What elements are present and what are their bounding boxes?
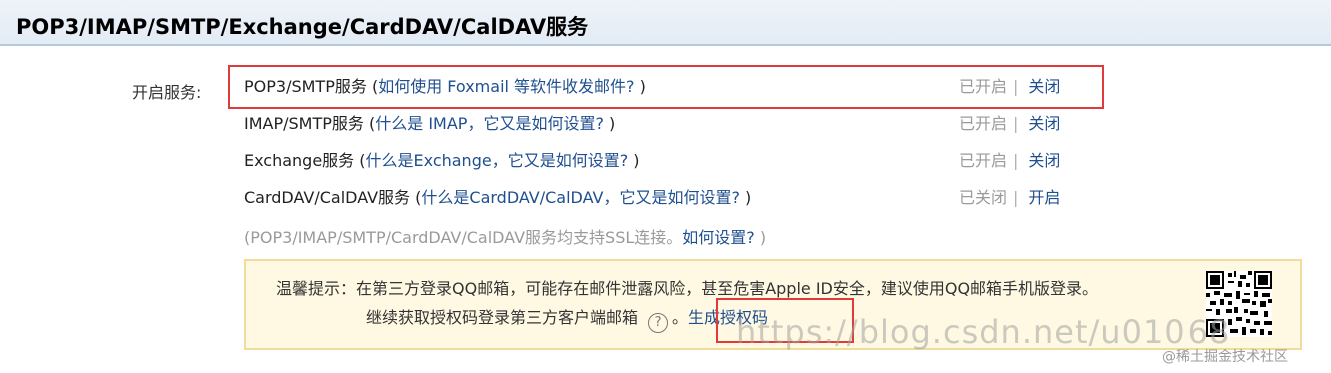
status-text: 已关闭 bbox=[959, 188, 1008, 207]
tip-period: 。 bbox=[672, 308, 689, 327]
toggle-link[interactable]: 开启 bbox=[1028, 188, 1060, 207]
paren-close: ) bbox=[739, 188, 752, 207]
status-text: 已开启 bbox=[959, 151, 1008, 170]
paren-open: ( bbox=[354, 151, 366, 170]
service-name: CardDAV/CalDAV服务 bbox=[244, 188, 411, 207]
paren-close: ) bbox=[628, 151, 640, 170]
paren-close: ) bbox=[603, 114, 616, 133]
service-row-exchange: Exchange服务 (什么是Exchange，它又是如何设置? ) 已开启 | 关… bbox=[244, 149, 1084, 173]
highlight-pop3-row bbox=[228, 65, 1104, 109]
separator: | bbox=[1013, 114, 1019, 133]
help-link[interactable]: 什么是CardDAV/CalDAV，它又是如何设置? bbox=[421, 188, 740, 207]
service-row-carddav: CardDAV/CalDAV服务 (什么是CardDAV/CalDAV，它又是如… bbox=[244, 186, 1084, 210]
ssl-help-link[interactable]: 如何设置? bbox=[682, 228, 755, 247]
corner-watermark: @稀土掘金技术社区 bbox=[1162, 349, 1288, 365]
watermark: https://blog.csdn.net/u01068 bbox=[736, 313, 1230, 351]
help-link[interactable]: 什么是 IMAP，它又是如何设置? bbox=[375, 114, 604, 133]
ssl-note-text: (POP3/IMAP/SMTP/CardDAV/CalDAV服务均支持SSL连接… bbox=[244, 228, 683, 247]
tip-auth-text: 继续获取授权码登录第三方客户端邮箱 bbox=[366, 308, 639, 327]
tip-auth-line: 继续获取授权码登录第三方客户端邮箱? 。生成授权码 bbox=[366, 306, 768, 333]
status-group: 已开启 | 关闭 bbox=[959, 149, 1060, 173]
service-name: IMAP/SMTP服务 bbox=[244, 114, 364, 133]
toggle-link[interactable]: 关闭 bbox=[1028, 151, 1060, 170]
separator: | bbox=[1013, 188, 1019, 207]
paren-open: ( bbox=[363, 114, 376, 133]
section-header: POP3/IMAP/SMTP/Exchange/CardDAV/CalDAV服务 bbox=[0, 0, 1331, 46]
tip-text: 温馨提示：在第三方登录QQ邮箱，可能存在邮件泄露风险，甚至危害Apple ID安… bbox=[276, 279, 1099, 298]
help-link[interactable]: 什么是Exchange，它又是如何设置? bbox=[366, 151, 629, 170]
ssl-note-close: ) bbox=[754, 228, 767, 247]
question-icon[interactable]: ? bbox=[648, 313, 669, 333]
separator: | bbox=[1013, 151, 1019, 170]
paren-open: ( bbox=[410, 188, 422, 207]
toggle-link[interactable]: 关闭 bbox=[1028, 114, 1060, 133]
service-row-imap: IMAP/SMTP服务 (什么是 IMAP，它又是如何设置? ) 已开启 | 关闭 bbox=[244, 112, 1084, 136]
status-text: 已开启 bbox=[959, 114, 1008, 133]
services-label: 开启服务: bbox=[132, 83, 202, 102]
watermark-text: https://blog.csdn.net/u010 bbox=[736, 313, 1186, 351]
section-title: POP3/IMAP/SMTP/Exchange/CardDAV/CalDAV服务 bbox=[16, 15, 589, 39]
ssl-note: (POP3/IMAP/SMTP/CardDAV/CalDAV服务均支持SSL连接… bbox=[244, 226, 766, 250]
status-group: 已关闭 | 开启 bbox=[959, 186, 1060, 210]
status-group: 已开启 | 关闭 bbox=[959, 112, 1060, 136]
service-name: Exchange服务 bbox=[244, 151, 355, 170]
